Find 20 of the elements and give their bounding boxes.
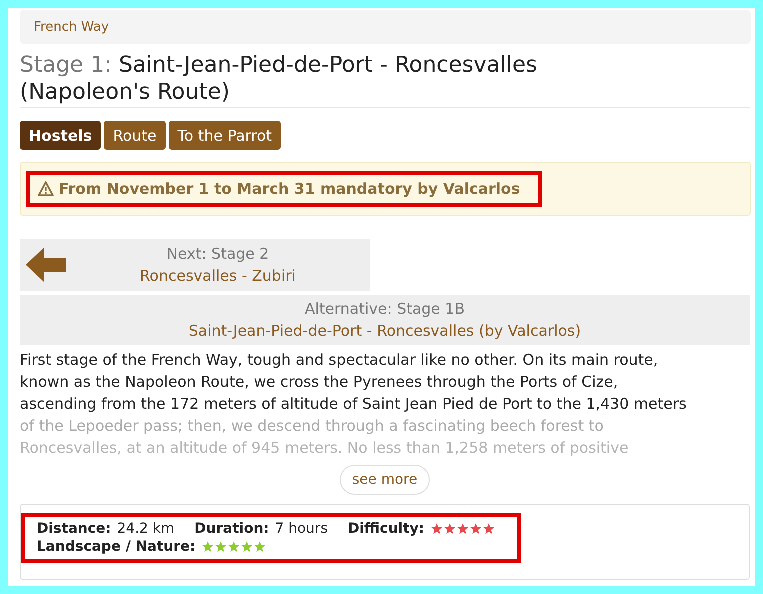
next-stage-link[interactable]: Next: Stage 2 Roncesvalles - Zubiri <box>20 239 370 291</box>
stat-label: Difficulty: <box>348 521 424 537</box>
tab[interactable]: Hostels <box>20 121 102 150</box>
description-text: known as the Napoleon Route, we cross the Pyrenees through the Ports of Cize, <box>20 372 618 393</box>
description-text: of the Lepoeder pass; then, we descend through a fascinating beech forest to <box>20 416 604 437</box>
stat-label: Landscape / Nature: <box>37 539 196 555</box>
alternative-stage-link[interactable]: Alternative: Stage 1B Saint-Jean-Pied-de-Port - Roncesvalles (by Valcarlos) <box>20 295 750 345</box>
notice-message: From November 1 to March 31 mandatory by Valcarlos <box>26 171 542 207</box>
see-more-button[interactable]: see more <box>340 465 430 495</box>
page-title: Stage 1: Saint-Jean-Pied-de-Port - Roncesvalles (Napoleon's Route) <box>20 52 750 108</box>
stat-text: Distance: 24.2 km <box>37 521 175 537</box>
description-text: ascending from the 172 meters of altitude of Saint Jean Pied de Port to the 1,430 meters <box>20 394 687 415</box>
breadcrumb-link[interactable]: French Way <box>34 20 110 34</box>
description-text: Roncesvalles, at an altitude of 945 meters. No less than 1,258 meters of positive <box>20 438 629 459</box>
left-arrow-icon <box>26 248 66 282</box>
warning-icon <box>38 181 54 197</box>
tab[interactable]: Route <box>104 121 166 150</box>
description-text: First stage of the French Way, tough and spectacular like no other. On its main route, <box>20 350 658 371</box>
stat-text: Duration: 7 hours <box>194 521 328 537</box>
tab[interactable]: To the Parrot <box>168 121 282 150</box>
